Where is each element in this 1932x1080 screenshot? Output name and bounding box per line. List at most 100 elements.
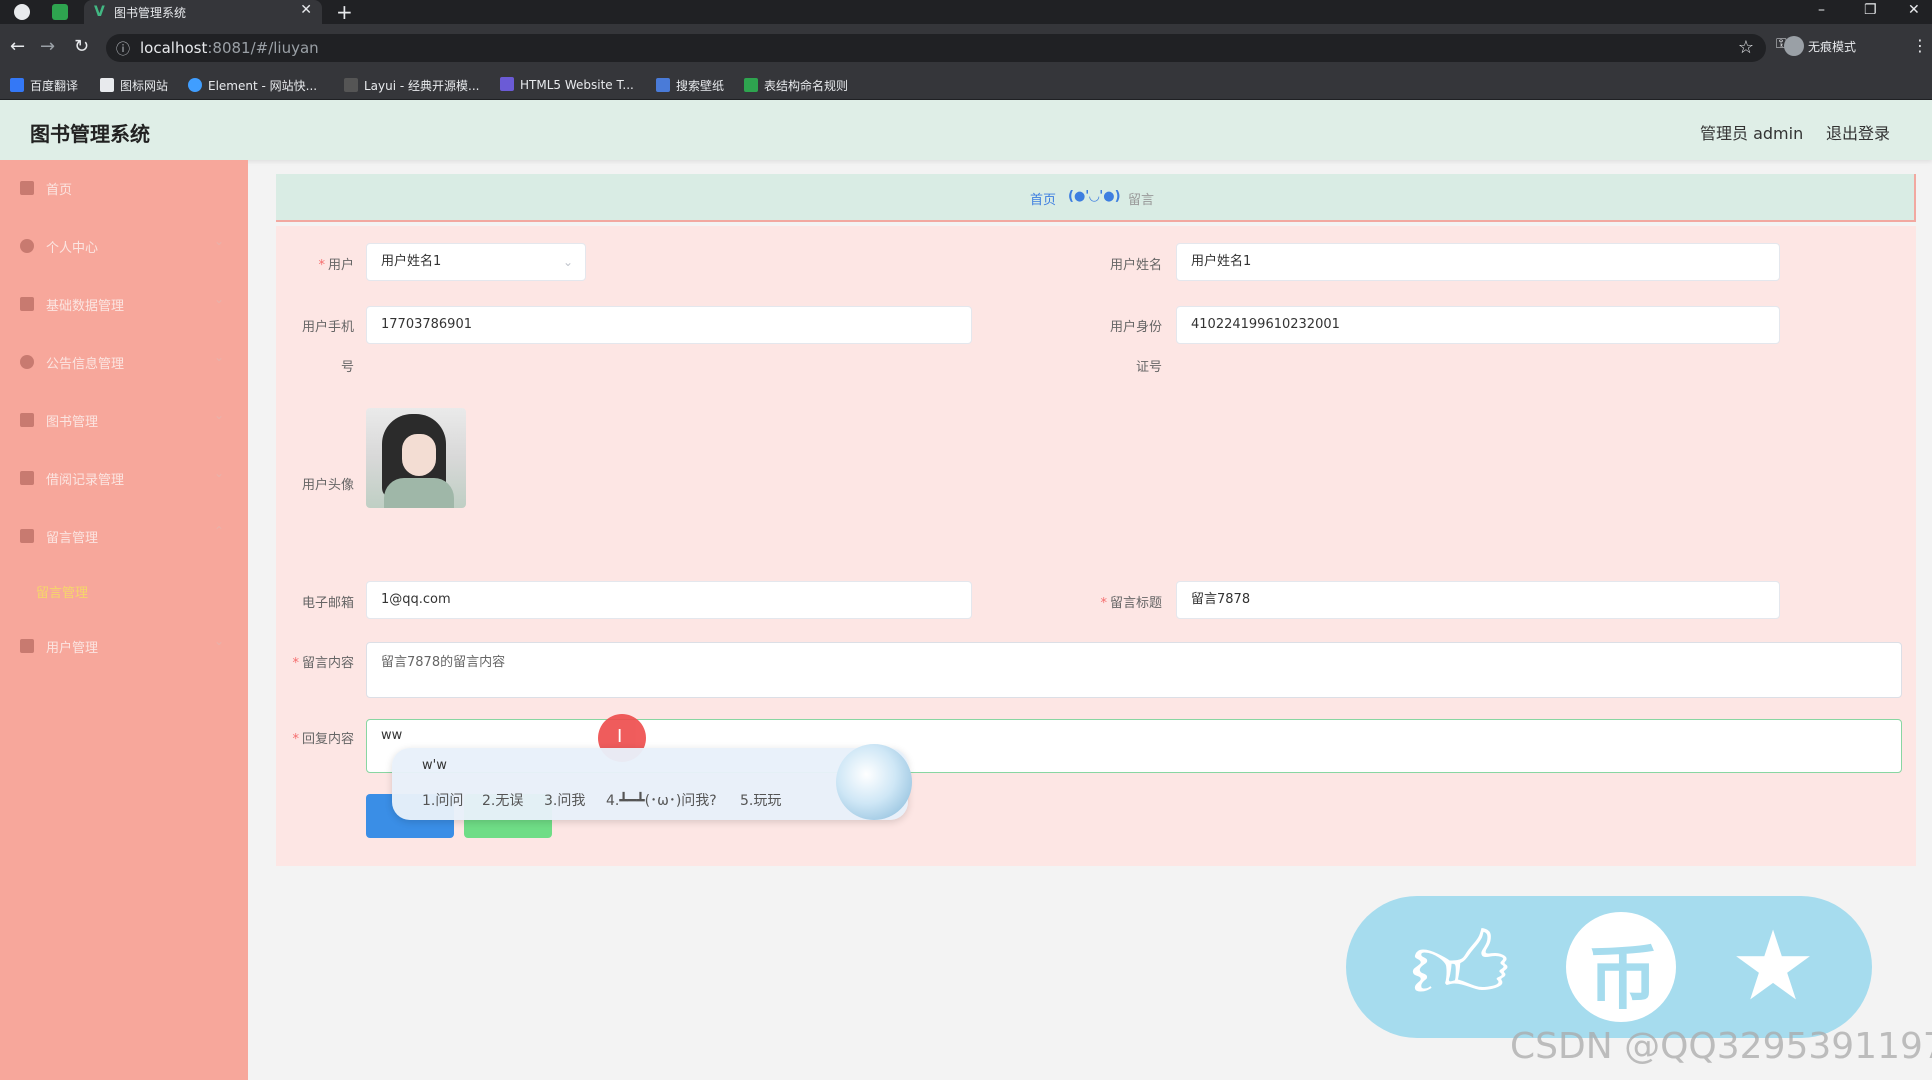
avatar[interactable] <box>366 408 466 508</box>
user-label: * 用户 <box>318 258 354 273</box>
bookmark-item[interactable]: 图标网站 <box>100 77 168 94</box>
message-icon <box>20 413 34 427</box>
name-field[interactable]: 用户姓名1 <box>1176 243 1780 281</box>
layui-icon <box>344 78 358 92</box>
app-title: 图书管理系统 <box>30 122 150 146</box>
star-icon[interactable]: ★ <box>1730 916 1816 1016</box>
user-select[interactable]: 用户姓名1 ⌄ <box>366 243 586 281</box>
ime-candidate[interactable]: 2.无误 <box>482 790 523 810</box>
sheet-icon <box>744 78 758 92</box>
forward-icon[interactable]: → <box>40 36 55 57</box>
ime-candidate[interactable]: 5.玩玩 <box>740 790 781 810</box>
sidebar-item-books[interactable]: 图书管理 ⌄ <box>0 392 248 450</box>
chrome-icon <box>14 4 30 20</box>
idcard-field[interactable]: 410224199610232001 <box>1176 306 1780 344</box>
close-icon[interactable]: ✕ <box>300 2 312 18</box>
html5-icon <box>500 77 514 91</box>
sidebar-item-announcements[interactable]: 公告信息管理 ⌄ <box>0 334 248 392</box>
watermark: CSDN @QQ3295391197 <box>1510 1026 1932 1067</box>
user-icon <box>20 239 34 253</box>
bookmark-item[interactable]: HTML5 Website T... <box>500 77 634 92</box>
title-label: * 留言标题 <box>1100 596 1162 611</box>
content-textarea[interactable]: 留言7878的留言内容 <box>366 642 1902 698</box>
title-field[interactable]: 留言7878 <box>1176 581 1780 619</box>
name-label: 用户姓名 <box>1109 258 1162 273</box>
bookmark-star-icon[interactable]: ☆ <box>1738 37 1754 58</box>
table-icon <box>20 529 34 543</box>
sidebar-subitem-label: 留言管理 <box>36 586 89 601</box>
sidebar-subitem-message-manage[interactable]: 留言管理 <box>0 570 248 612</box>
idcard-label: 用户身份 <box>1109 320 1162 335</box>
home-icon <box>20 181 34 195</box>
bookmarks-bar: 百度翻译 图标网站 Element - 网站快... Layui - 经典开源模… <box>0 70 1932 100</box>
sidebar-item-personal-center[interactable]: 个人中心 ⌄ <box>0 218 248 276</box>
app-header: 图书管理系统 管理员 admin 退出登录 <box>0 100 1932 160</box>
bookmark-item[interactable]: 搜索壁纸 <box>656 77 724 94</box>
triple-action-overlay: 👍︎ 币 ★ <box>1346 896 1872 1038</box>
ime-skin-icon <box>836 744 912 820</box>
email-field[interactable]: 1@qq.com <box>366 581 972 619</box>
sidebar-item-users[interactable]: 用户管理 ⌄ <box>0 618 248 676</box>
breadcrumb: 首页 (●'◡'●) 留言 <box>276 174 1916 222</box>
app-icon[interactable] <box>52 4 68 20</box>
chevron-down-icon: ⌄ <box>214 408 225 422</box>
email-label: 电子邮箱 <box>301 596 354 611</box>
incognito-label: 无痕模式 <box>1808 40 1857 54</box>
sidebar-item-label: 公告信息管理 <box>46 357 125 372</box>
browser-toolbar: ← → ↻ ⓘ localhost:8081/#/liuyan ☆ ⚿ 无痕模式… <box>0 24 1932 70</box>
sidebar-item-label: 图书管理 <box>46 415 99 430</box>
chevron-down-icon: ⌄ <box>562 255 573 269</box>
new-tab-icon[interactable]: + <box>336 0 353 24</box>
chevron-down-icon: ⌄ <box>214 634 225 648</box>
reload-icon[interactable]: ↻ <box>74 36 89 57</box>
sidebar-item-borrow-records[interactable]: 借阅记录管理 ⌄ <box>0 450 248 508</box>
grid-icon <box>20 471 34 485</box>
chevron-up-icon: ⌃ <box>214 524 225 538</box>
breadcrumb-home[interactable]: 首页 <box>1030 189 1056 208</box>
sidebar-item-home[interactable]: 首页 <box>0 160 248 218</box>
coin-icon[interactable]: 币 <box>1566 912 1676 1022</box>
phone-field[interactable]: 17703786901 <box>366 306 972 344</box>
info-icon[interactable]: ⓘ <box>116 39 130 59</box>
chevron-down-icon: ⌄ <box>214 466 225 480</box>
browser-tabbar: V 图书管理系统 ✕ + – ❐ ✕ <box>0 0 1932 24</box>
more-menu-icon[interactable]: ⋮ <box>1912 36 1928 55</box>
ime-candidate-window: w'w 1.问问 2.无误 3.问我 4.┻━┻(･ω･)问我? 5.玩玩 ◂ … <box>392 748 908 820</box>
sidebar-item-basic-data[interactable]: 基础数据管理 ⌄ <box>0 276 248 334</box>
idcard-label-wrap: 证号 <box>1135 360 1162 375</box>
bookmark-item[interactable]: 百度翻译 <box>10 77 78 94</box>
sidebar-item-messages[interactable]: 留言管理 ⌃ <box>0 508 248 566</box>
browser-tab-active[interactable]: V 图书管理系统 ✕ <box>84 0 322 24</box>
restore-icon[interactable]: ❐ <box>1864 2 1877 18</box>
phone-label-wrap: 号 <box>340 360 354 375</box>
logout-link[interactable]: 退出登录 <box>1826 120 1890 144</box>
thumbs-up-icon[interactable]: 👍︎ <box>1410 916 1510 1016</box>
chevron-down-icon: ⌄ <box>214 350 225 364</box>
element-icon <box>188 78 202 92</box>
database-icon <box>20 297 34 311</box>
bookmark-item[interactable]: Element - 网站快... <box>188 77 317 94</box>
text-cursor-icon: I <box>617 726 623 747</box>
ime-candidate[interactable]: 4.┻━┻(･ω･)问我? <box>606 790 717 810</box>
avatar-label: 用户头像 <box>301 478 354 493</box>
location-icon <box>20 355 34 369</box>
breadcrumb-separator: (●'◡'●) <box>1068 189 1121 204</box>
ime-candidate[interactable]: 1.问问 <box>422 790 463 810</box>
sidebar-item-label: 用户管理 <box>46 641 99 656</box>
ime-pinyin: w'w <box>422 758 447 773</box>
incognito-icon <box>1784 36 1804 56</box>
bookmark-item[interactable]: 表结构命名规则 <box>744 77 848 94</box>
users-icon <box>20 639 34 653</box>
address-bar[interactable]: ⓘ localhost:8081/#/liuyan ☆ <box>106 34 1766 62</box>
vue-icon: V <box>94 4 105 20</box>
minimize-icon[interactable]: – <box>1818 2 1825 18</box>
phone-label: 用户手机 <box>301 320 354 335</box>
window-close-icon[interactable]: ✕ <box>1908 2 1920 18</box>
chevron-down-icon: ⌄ <box>214 292 225 306</box>
bookmark-item[interactable]: Layui - 经典开源模... <box>344 77 479 94</box>
reply-label: * 回复内容 <box>292 732 354 747</box>
chevron-down-icon: ⌄ <box>214 234 225 248</box>
back-icon[interactable]: ← <box>10 36 25 57</box>
flag-icon <box>100 78 114 92</box>
ime-candidate[interactable]: 3.问我 <box>544 790 585 810</box>
